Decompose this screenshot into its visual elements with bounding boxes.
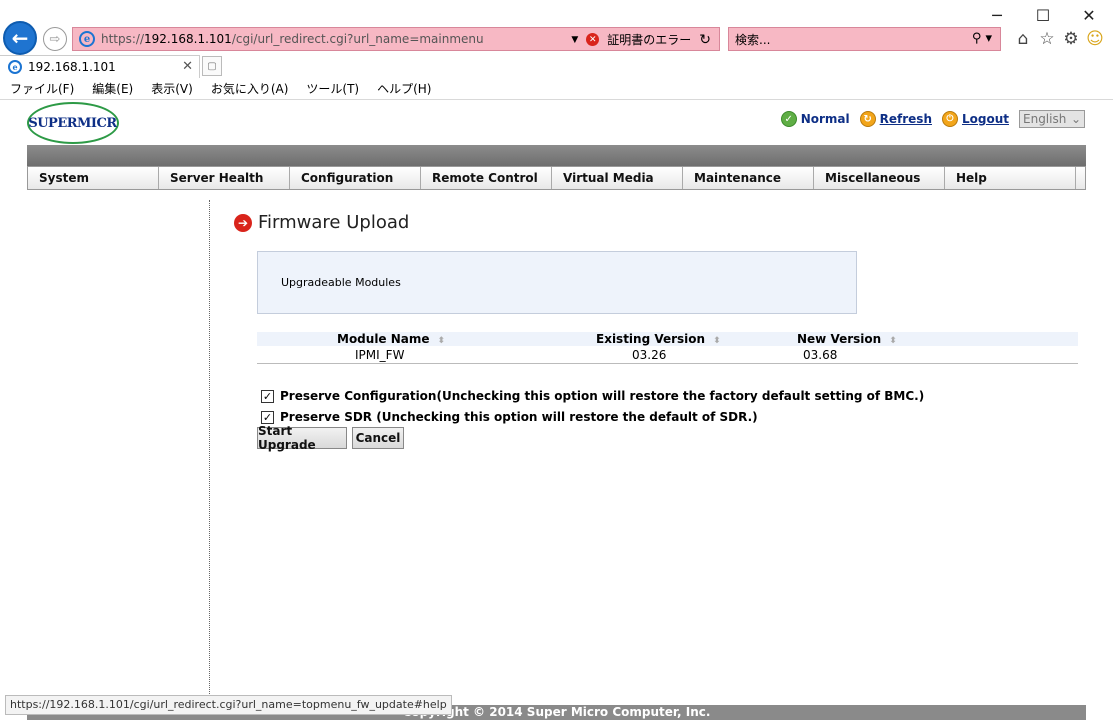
nav-virtual-media[interactable]: Virtual Media xyxy=(552,167,683,189)
maximize-button[interactable]: ☐ xyxy=(1028,4,1058,26)
forward-button[interactable]: ⇨ xyxy=(43,27,67,51)
browser-chrome: ─ ☐ ✕ ← ⇨ e https://192.168.1.101/cgi/ur… xyxy=(0,0,1113,100)
cell-new-version: 03.68 xyxy=(803,348,838,362)
language-select[interactable]: English ⌄ xyxy=(1019,110,1085,128)
minimize-button[interactable]: ─ xyxy=(982,4,1012,26)
nav-server-health[interactable]: Server Health xyxy=(159,167,290,189)
url-path: /cgi/url_redirect.cgi?url_name=mainmenu xyxy=(231,32,484,46)
sort-icon: ⬍ xyxy=(713,336,721,346)
col-new-version[interactable]: New Version ⬍ xyxy=(797,332,897,346)
col-existing-version[interactable]: Existing Version ⬍ xyxy=(596,332,721,346)
sort-icon: ⬍ xyxy=(889,336,897,346)
nav-configuration[interactable]: Configuration xyxy=(290,167,421,189)
search-input[interactable]: 検索... ⚲ ▾ xyxy=(728,27,1001,51)
preserve-config-checkbox[interactable]: ✓ xyxy=(261,389,274,403)
back-arrow-icon: ← xyxy=(11,26,29,50)
menu-favorites[interactable]: お気に入り(A) xyxy=(201,79,297,99)
table-header: Module Name ⬍ Existing Version ⬍ New Versi… xyxy=(257,332,1078,346)
sidebar-divider xyxy=(209,200,210,700)
favorites-star-icon[interactable]: ☆ xyxy=(1037,29,1057,49)
refresh-icon: ↻ xyxy=(859,111,876,127)
cancel-button[interactable]: Cancel xyxy=(352,427,404,449)
tab-title: 192.168.1.101 xyxy=(28,60,116,74)
start-upgrade-button[interactable]: Start Upgrade xyxy=(257,424,347,452)
status-indicator: ✓ Normal xyxy=(780,111,850,127)
firmware-table: Module Name ⬍ Existing Version ⬍ New Versi… xyxy=(257,332,1078,364)
search-placeholder: 検索... xyxy=(735,32,771,47)
url-host: 192.168.1.101 xyxy=(144,32,232,46)
chevron-down-icon: ⌄ xyxy=(1070,112,1081,126)
check-icon: ✓ xyxy=(780,111,797,127)
dropdown-arrow-icon[interactable]: ▼ xyxy=(571,35,578,45)
col-module-name[interactable]: Module Name ⬍ xyxy=(337,332,445,346)
refresh-link[interactable]: Refresh xyxy=(880,112,932,126)
nav-help[interactable]: Help xyxy=(945,167,1076,189)
gear-icon[interactable]: ⚙ xyxy=(1061,29,1081,49)
nav-miscellaneous[interactable]: Miscellaneous xyxy=(814,167,945,189)
header-grey-bar xyxy=(27,145,1086,166)
new-tab-icon: ▢ xyxy=(207,60,217,72)
address-bar[interactable]: e https://192.168.1.101/cgi/url_redirect… xyxy=(72,27,720,51)
top-nav: System Server Health Configuration Remot… xyxy=(27,166,1086,190)
arrow-right-icon: ➔ xyxy=(234,213,252,232)
logout-link-wrap: ⏻ Logout xyxy=(941,111,1009,127)
search-icon[interactable]: ⚲ ▾ xyxy=(972,31,992,46)
home-icon[interactable]: ⌂ xyxy=(1013,29,1033,49)
nav-maintenance[interactable]: Maintenance xyxy=(683,167,814,189)
preserve-sdr-checkbox[interactable]: ✓ xyxy=(261,410,274,424)
cert-error-label[interactable]: 証明書のエラー xyxy=(607,31,691,48)
url-protocol: https:// xyxy=(101,32,145,46)
preserve-sdr-label: Preserve SDR (Unchecking this option wil… xyxy=(280,410,758,424)
nav-remote-control[interactable]: Remote Control xyxy=(421,167,552,189)
cell-module-name: IPMI_FW xyxy=(355,348,405,362)
preserve-sdr-option: ✓ Preserve SDR (Unchecking this option w… xyxy=(261,410,758,424)
supermicro-logo[interactable]: SUPERMICR xyxy=(27,102,119,144)
cert-error-icon: ✕ xyxy=(586,33,600,46)
menu-view[interactable]: 表示(V) xyxy=(141,79,201,99)
new-tab-button[interactable]: ▢ xyxy=(202,56,222,76)
ie-tab-icon: e xyxy=(8,60,22,74)
forward-arrow-icon: ⇨ xyxy=(49,31,61,47)
header-links: ✓ Normal ↻ Refresh ⏻ Logout English ⌄ xyxy=(780,110,1085,128)
menu-file[interactable]: ファイル(F) xyxy=(0,79,82,99)
upgradeable-modules-box: Upgradeable Modules xyxy=(257,251,857,314)
page-title: Firmware Upload xyxy=(258,212,410,233)
preserve-config-label: Preserve Configuration(Unchecking this o… xyxy=(280,389,925,403)
menu-tools[interactable]: ツール(T) xyxy=(296,79,367,99)
logout-icon: ⏻ xyxy=(941,111,958,127)
browser-status-url: https://192.168.1.101/cgi/url_redirect.c… xyxy=(5,695,452,715)
logout-link[interactable]: Logout xyxy=(962,112,1009,126)
status-label: Normal xyxy=(800,112,850,126)
back-button[interactable]: ← xyxy=(3,21,37,55)
logo-text: SUPERMICR xyxy=(28,115,117,131)
language-value: English xyxy=(1023,112,1067,126)
smiley-icon[interactable]: ☺ xyxy=(1085,29,1105,49)
table-row: IPMI_FW 03.26 03.68 xyxy=(257,346,1078,364)
menu-bar: ファイル(F) 編集(E) 表示(V) お気に入り(A) ツール(T) ヘルプ(… xyxy=(0,79,439,99)
ie-logo-icon: e xyxy=(79,31,95,47)
refresh-page-icon[interactable]: ↻ xyxy=(699,32,711,48)
sort-icon: ⬍ xyxy=(437,336,446,346)
refresh-link-wrap: ↻ Refresh xyxy=(859,111,932,127)
menu-help[interactable]: ヘルプ(H) xyxy=(367,79,439,99)
preserve-config-option: ✓ Preserve Configuration(Unchecking this… xyxy=(261,389,924,403)
cell-existing-version: 03.26 xyxy=(632,348,667,362)
page-title-row: ➔ Firmware Upload xyxy=(234,212,409,233)
tab-current[interactable]: e 192.168.1.101 ✕ xyxy=(0,55,200,78)
tab-close-icon[interactable]: ✕ xyxy=(182,59,193,74)
page-content: SUPERMICR ✓ Normal ↻ Refresh ⏻ Logout En… xyxy=(0,100,1113,720)
close-window-button[interactable]: ✕ xyxy=(1074,4,1104,26)
nav-system[interactable]: System xyxy=(28,167,159,189)
upgradeable-modules-label: Upgradeable Modules xyxy=(281,276,401,289)
menu-edit[interactable]: 編集(E) xyxy=(82,79,141,99)
